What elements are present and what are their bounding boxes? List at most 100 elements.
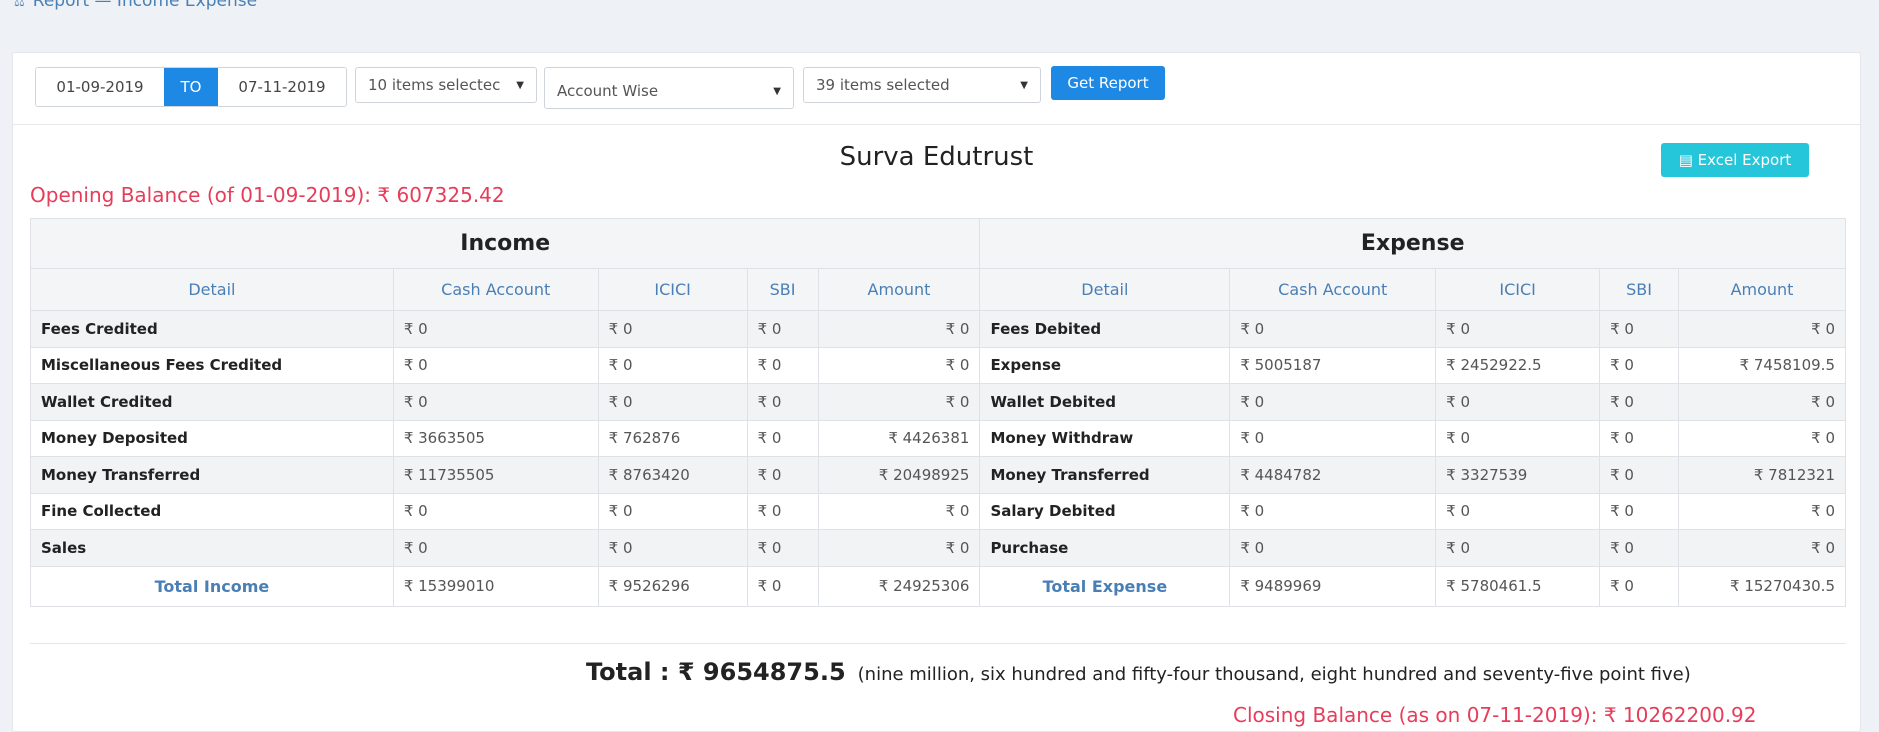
income-total-cell: ₹ 0 — [746, 565, 819, 607]
table-row: Money Transferred ₹ 11735505 ₹ 8763420 ₹ 0 ₹… — [30, 456, 1846, 494]
column-header: ICICI — [597, 268, 748, 311]
expense-cell: Money Withdraw — [979, 419, 1231, 457]
total-row: Total Income ₹ 15399010 ₹ 9526296 ₹ 0 ₹ 2492… — [30, 565, 1846, 607]
income-cell: ₹ 8763420 — [597, 456, 748, 494]
excel-export-label: Excel Export — [1697, 151, 1792, 169]
income-cell: ₹ 0 — [746, 492, 819, 530]
expense-cell: ₹ 0 — [1599, 456, 1680, 494]
income-cell: ₹ 0 — [817, 529, 981, 567]
income-cell: ₹ 0 — [746, 419, 819, 457]
income-cell: ₹ 0 — [392, 529, 599, 567]
filter-bar: TO 10 items selectec ▼ Account Wise ▼ 39… — [13, 53, 1860, 125]
expense-cell: ₹ 0 — [1599, 529, 1680, 567]
account-mode-select[interactable]: Account Wise ▼ — [544, 67, 794, 109]
items-select-1[interactable]: 10 items selectec ▼ — [355, 67, 537, 103]
expense-cell: Fees Debited — [979, 310, 1231, 348]
column-header: Detail — [30, 268, 394, 311]
income-cell: ₹ 0 — [746, 383, 819, 421]
expense-cell: ₹ 0 — [1599, 492, 1680, 530]
to-label: TO — [164, 68, 218, 106]
table-row: Fees Credited ₹ 0 ₹ 0 ₹ 0 ₹ 0 Fees Debited ₹ 0… — [30, 310, 1846, 348]
expense-cell: ₹ 0 — [1435, 419, 1601, 457]
column-header: SBI — [1599, 268, 1680, 311]
items-select-1-value: 10 items selectec — [368, 76, 501, 94]
from-date-input[interactable] — [36, 68, 164, 106]
expense-cell: ₹ 0 — [1435, 383, 1601, 421]
income-cell: ₹ 3663505 — [392, 419, 599, 457]
column-header: Cash Account — [1229, 268, 1437, 311]
to-date-input[interactable] — [218, 68, 346, 106]
caret-down-icon: ▼ — [1020, 79, 1028, 91]
table-row: Miscellaneous Fees Credited ₹ 0 ₹ 0 ₹ 0 ₹ 0E… — [30, 346, 1846, 384]
expense-cell: Wallet Debited — [979, 383, 1231, 421]
income-cell: ₹ 0 — [817, 383, 981, 421]
page-heading-text: Report — Income Expense — [32, 0, 258, 11]
expense-cell: Purchase — [979, 529, 1231, 567]
expense-total-cell: ₹ 15270430.5 — [1678, 565, 1846, 607]
expense-cell: ₹ 0 — [1229, 529, 1437, 567]
income-cell: ₹ 20498925 — [817, 456, 981, 494]
expense-cell: ₹ 0 — [1435, 492, 1601, 530]
income-cell: ₹ 0 — [392, 346, 599, 384]
expense-cell: ₹ 2452922.5 — [1435, 346, 1601, 384]
get-report-button[interactable]: Get Report — [1051, 66, 1165, 100]
grand-total-value: Total : ₹ 9654875.5 — [586, 658, 846, 686]
table-row: Wallet Credited ₹ 0 ₹ 0 ₹ 0 ₹ 0 Wallet Debite… — [30, 383, 1846, 421]
income-expense-table: Income Expense Detail Cash Account ICICI SB… — [29, 218, 1846, 607]
expense-cell: Money Transferred — [979, 456, 1231, 494]
column-header: ICICI — [1435, 268, 1601, 311]
expense-cell: ₹ 0 — [1435, 310, 1601, 348]
expense-cell: Salary Debited — [979, 492, 1231, 530]
expense-header: Expense — [979, 218, 1846, 269]
income-cell: ₹ 0 — [597, 310, 748, 348]
expense-cell: ₹ 0 — [1678, 492, 1846, 530]
expense-total-cell: Total Expense — [979, 565, 1231, 607]
table-row: Sales ₹ 0 ₹ 0 ₹ 0 ₹ 0 Purchase ₹ 0 ₹ 0 ₹ 0 ₹ 0 — [30, 529, 1846, 567]
income-cell: ₹ 0 — [597, 529, 748, 567]
expense-cell: ₹ 0 — [1678, 529, 1846, 567]
column-header: Detail — [979, 268, 1231, 311]
income-total-cell: ₹ 9526296 — [597, 565, 748, 607]
income-total-cell: ₹ 15399010 — [392, 565, 599, 607]
income-cell: ₹ 11735505 — [392, 456, 599, 494]
expense-cell: ₹ 0 — [1599, 419, 1680, 457]
date-range: TO — [35, 67, 347, 107]
items-select-2[interactable]: 39 items selected ▼ — [803, 67, 1041, 103]
expense-cell: ₹ 7812321 — [1678, 456, 1846, 494]
closing-balance: Closing Balance (as on 07-11-2019): ₹ 10… — [1233, 703, 1757, 727]
income-cell: ₹ 762876 — [597, 419, 748, 457]
expense-cell: ₹ 0 — [1678, 310, 1846, 348]
caret-down-icon: ▼ — [773, 85, 781, 97]
expense-total-cell: ₹ 0 — [1599, 565, 1680, 607]
income-cell: ₹ 0 — [746, 456, 819, 494]
expense-cell: ₹ 0 — [1229, 492, 1437, 530]
expense-cell: ₹ 0 — [1678, 383, 1846, 421]
income-cell: ₹ 0 — [597, 492, 748, 530]
company-title: Surva Edutrust — [839, 142, 1034, 172]
expense-total-cell: ₹ 5780461.5 — [1435, 565, 1601, 607]
income-cell: ₹ 0 — [597, 383, 748, 421]
income-header: Income — [29, 218, 981, 269]
column-header: Amount — [817, 268, 981, 311]
expense-cell: Expense — [979, 346, 1231, 384]
expense-cell: ₹ 0 — [1229, 383, 1437, 421]
report-panel: TO 10 items selectec ▼ Account Wise ▼ 39… — [12, 52, 1861, 732]
income-cell: ₹ 0 — [746, 529, 819, 567]
balance-scale-icon: ⚖ — [14, 0, 25, 9]
grand-total-words: (nine million, six hundred and fifty-fou… — [857, 664, 1691, 685]
excel-export-button[interactable]: ▤ Excel Export — [1661, 143, 1809, 177]
file-icon: ▤ — [1678, 151, 1698, 169]
income-cell: ₹ 0 — [817, 346, 981, 384]
expense-cell: ₹ 0 — [1229, 310, 1437, 348]
income-cell: ₹ 0 — [392, 310, 599, 348]
expense-cell: ₹ 3327539 — [1435, 456, 1601, 494]
page-heading: ⚖ Report — Income Expense — [14, 0, 257, 11]
divider — [30, 643, 1846, 644]
expense-cell: ₹ 0 — [1229, 419, 1437, 457]
income-cell: ₹ 0 — [392, 383, 599, 421]
income-cell: Miscellaneous Fees Credited — [30, 346, 394, 384]
income-cell: Fees Credited — [30, 310, 394, 348]
income-cell: ₹ 4426381 — [817, 419, 981, 457]
income-cell: Wallet Credited — [30, 383, 394, 421]
income-cell: ₹ 0 — [817, 310, 981, 348]
